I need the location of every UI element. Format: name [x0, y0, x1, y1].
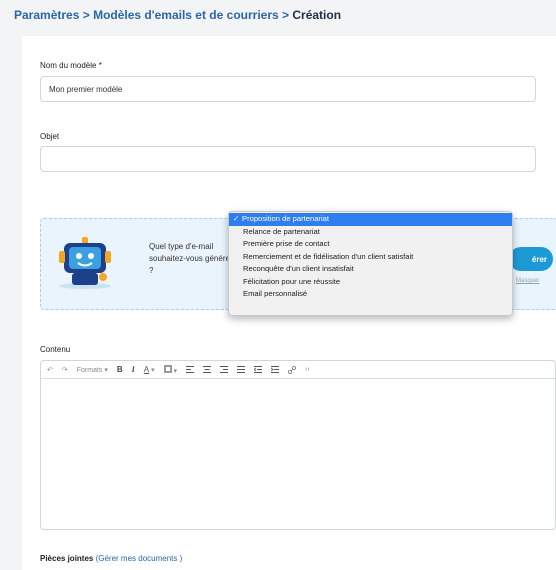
breadcrumb-separator: > [79, 8, 94, 22]
dropdown-option-premiere-prise[interactable]: Première prise de contact [229, 238, 512, 251]
manage-documents-link[interactable]: (Gérer mes documents ) [96, 554, 183, 563]
highlight-icon [163, 364, 172, 373]
ai-question-text: Quel type d'e-mail souhaitez-vous génére… [149, 242, 233, 275]
subject-label: Objet [40, 132, 60, 141]
dropdown-option-relance[interactable]: Relance de partenariat [229, 226, 512, 239]
source-code-icon[interactable]: ‹› [305, 366, 310, 373]
background-color-button[interactable]: ▾ [163, 364, 177, 375]
robot-assistant-icon [59, 237, 111, 289]
editor-toolbar: ↶ ↷ Formats ▾ B I A ▾ ▾ ‹› [41, 361, 555, 379]
dropdown-option-email-personnalise[interactable]: Email personnalisé [229, 288, 512, 301]
font-color-icon: A [143, 365, 150, 374]
formats-label: Formats [76, 366, 103, 374]
dropdown-option-reconquete[interactable]: Reconquête d'un client insatisfait [229, 263, 512, 276]
name-label: Nom du modèle * [40, 61, 102, 70]
breadcrumb-modeles-link[interactable]: Modèles d'emails et de courriers [93, 8, 279, 22]
outdent-icon[interactable] [254, 366, 263, 373]
dropdown-option-felicitation[interactable]: Félicitation pour une réussite [229, 276, 512, 289]
align-justify-icon[interactable] [237, 366, 246, 373]
hide-link[interactable]: Masquer [516, 278, 539, 284]
align-right-icon[interactable] [220, 366, 229, 373]
indent-icon[interactable] [271, 366, 280, 373]
link-icon[interactable] [288, 365, 297, 374]
breadcrumb: Paramètres > Modèles d'emails et de cour… [14, 8, 341, 22]
bold-button[interactable]: B [117, 365, 123, 374]
align-left-icon[interactable] [186, 366, 195, 373]
email-type-dropdown[interactable]: ✓ Proposition de partenariat Relance de p… [228, 211, 513, 316]
formats-dropdown[interactable]: Formats ▾ [77, 366, 108, 374]
content-label: Contenu [40, 345, 71, 354]
template-name-input[interactable] [40, 76, 536, 102]
rich-text-editor: ↶ ↷ Formats ▾ B I A ▾ ▾ ‹› [40, 360, 556, 530]
dropdown-option-proposition[interactable]: ✓ Proposition de partenariat [229, 213, 512, 226]
generate-button[interactable]: érer [509, 247, 553, 271]
breadcrumb-parametres-link[interactable]: Paramètres [14, 8, 79, 22]
attachments-section: Pièces jointes (Gérer mes documents ) [40, 554, 182, 563]
editor-body[interactable] [41, 379, 555, 527]
attachments-label: Pièces jointes [40, 554, 96, 563]
redo-icon[interactable]: ↷ [62, 366, 68, 374]
breadcrumb-separator: > [278, 8, 293, 22]
subject-input[interactable] [40, 146, 536, 172]
font-color-button[interactable]: A ▾ [144, 365, 155, 374]
align-center-icon[interactable] [203, 366, 212, 373]
undo-icon[interactable]: ↶ [47, 366, 53, 374]
option-label: Proposition de partenariat [242, 214, 329, 223]
checkmark-icon: ✓ [233, 214, 240, 223]
italic-button[interactable]: I [132, 365, 135, 374]
dropdown-option-remerciement[interactable]: Remerciement et de fidélisation d'un cli… [229, 251, 512, 264]
breadcrumb-current: Création [292, 8, 342, 22]
